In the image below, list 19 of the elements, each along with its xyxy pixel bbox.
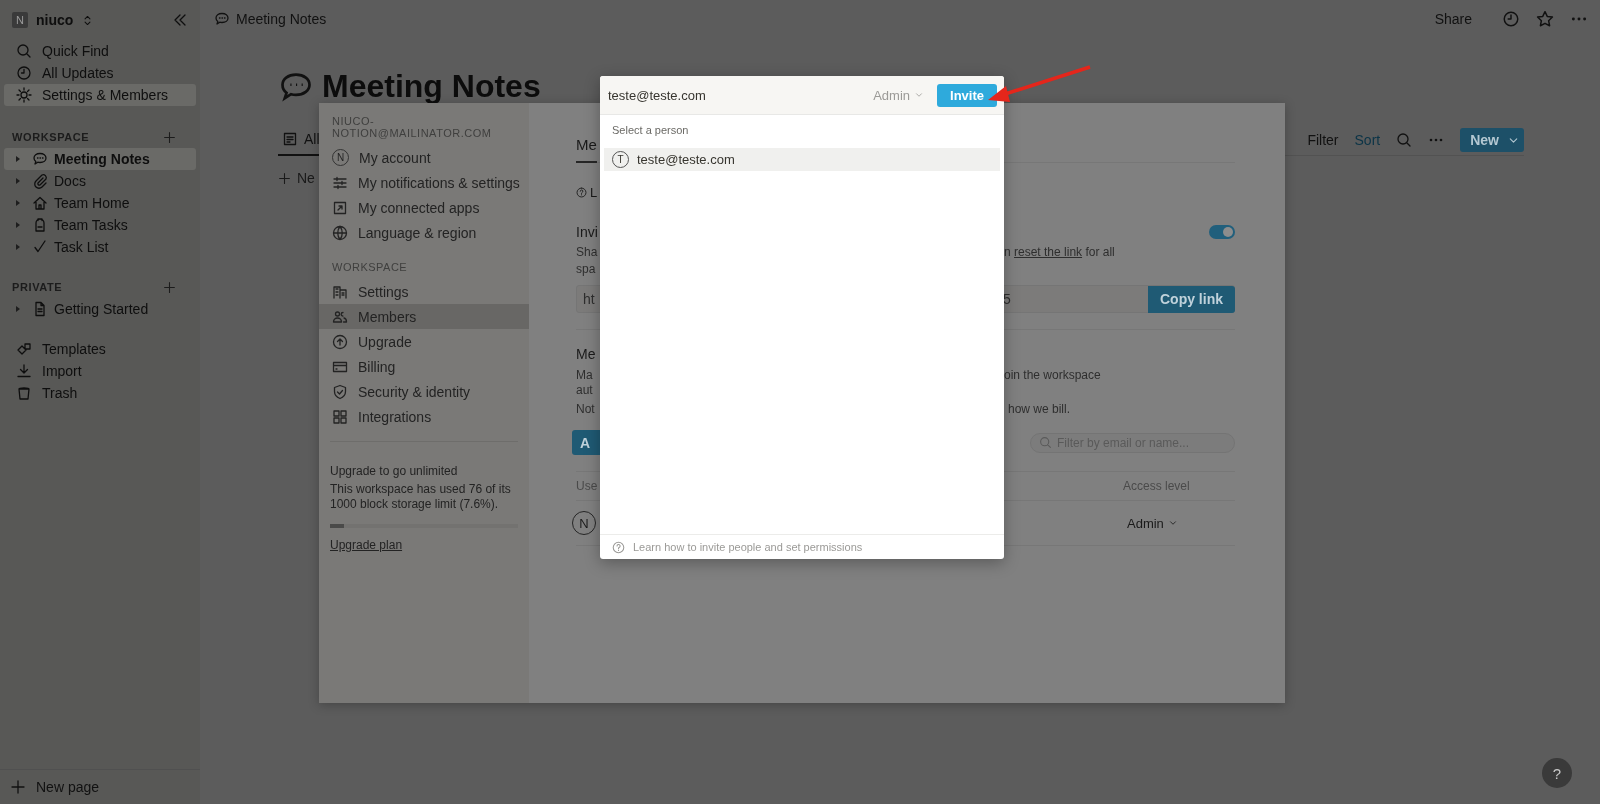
section-heading: Me: [576, 346, 596, 362]
page-title: Meeting Notes: [322, 68, 541, 105]
account-email: NIUCO-NOTION@MAILINATOR.COM: [331, 114, 493, 141]
section-heading: PRIVATE: [12, 281, 63, 293]
description-text: aut: [576, 383, 594, 398]
section-heading: Invi: [576, 224, 599, 240]
description-text: spa: [576, 261, 597, 278]
description-text: Sha: [576, 244, 599, 261]
section-heading: Select a person: [611, 123, 690, 138]
description-text: Not: [576, 402, 596, 416]
description-text: n reset the link for all: [1004, 244, 1116, 261]
section-heading: WORKSPACE: [12, 131, 90, 143]
storage-usage-text: This workspace has used 76 of its 1000 block storage limit (7.6%).: [330, 482, 512, 512]
workspace-icon: N: [12, 12, 28, 28]
description-text: how we bill.: [1007, 402, 1072, 416]
upgrade-title: Upgrade to go unlimited: [330, 464, 459, 478]
description-text: Ma: [576, 368, 594, 383]
description-text: oin the workspace: [1004, 368, 1102, 383]
section-heading: WORKSPACE: [331, 260, 409, 275]
